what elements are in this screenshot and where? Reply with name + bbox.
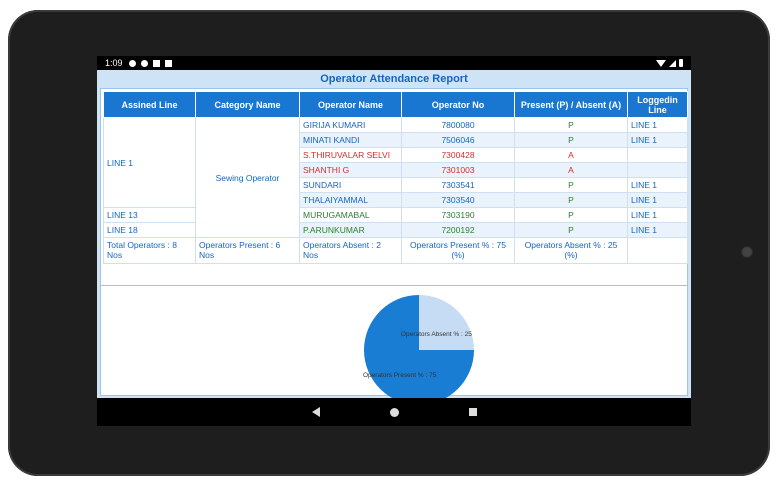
operator-name-cell: S.THIRUVALAR SELVI — [299, 147, 402, 163]
clipboard-icon — [164, 59, 172, 67]
attendance-status-cell: P — [514, 192, 628, 208]
header-operator-name: Operator Name — [299, 91, 402, 118]
operator-name-cell: SUNDARI — [299, 177, 402, 193]
loggedin-line-cell: LINE 1 — [627, 207, 688, 223]
operator-no-cell: 7303541 — [401, 177, 515, 193]
wifi-icon — [656, 59, 666, 67]
status-time: 1:09 — [105, 58, 123, 68]
loggedin-line-cell: LINE 1 — [627, 222, 688, 238]
table-header-row: Assined Line Category Name Operator Name… — [103, 91, 688, 118]
camera-dot — [741, 246, 753, 258]
assigned-line-cell: LINE 18 — [103, 222, 196, 238]
category-cell: Sewing Operator — [195, 117, 300, 238]
attendance-status-cell: A — [514, 147, 628, 163]
header-loggedin-line: Loggedin Line — [627, 91, 688, 118]
table-row: LINE 1 Sewing Operator GIRIJA KUMARI 780008… — [103, 117, 688, 238]
attendance-status-cell: P — [514, 207, 628, 223]
totals-row: Total Operators : 8 Nos Operators Present… — [103, 237, 688, 264]
operator-no-cell: 7200192 — [401, 222, 515, 238]
report-content: Operator Attendance Report Assined Line … — [97, 70, 691, 405]
operator-name-cell: SHANTHI G — [299, 162, 402, 178]
loggedin-line-cell: LINE 1 — [627, 177, 688, 193]
report-panel: Assined Line Category Name Operator Name… — [100, 88, 688, 405]
operator-no-cell: 7300428 — [401, 147, 515, 163]
attendance-pie-chart: Operators Absent % : 25 Operators Presen… — [363, 294, 475, 406]
operator-no-cell: 7506046 — [401, 132, 515, 148]
operator-name-cell: GIRIJA KUMARI — [299, 117, 402, 133]
notification-icon — [152, 59, 160, 67]
totals-total-cell: Total Operators : 8 Nos — [103, 237, 196, 264]
operator-no-cell: 7303190 — [401, 207, 515, 223]
operator-no-cell: 7301003 — [401, 162, 515, 178]
recents-icon[interactable] — [468, 408, 477, 416]
operator-no-cell: 7303540 — [401, 192, 515, 208]
header-category-name: Category Name — [195, 91, 300, 118]
report-title: Operator Attendance Report — [320, 73, 468, 85]
section-divider — [101, 285, 687, 286]
totals-present-cell: Operators Present : 6 Nos — [195, 237, 300, 264]
loggedin-line-cell — [627, 162, 688, 178]
attendance-table: Assined Line Category Name Operator Name… — [103, 91, 688, 264]
operator-no-cell: 7800080 — [401, 117, 515, 133]
table-row: LINE 18 P.ARUNKUMAR 7200192 P LINE 1 — [103, 222, 688, 238]
status-bar: 1:09 — [97, 56, 691, 70]
shield-icon — [140, 59, 148, 67]
battery-icon — [679, 59, 683, 67]
signal-icon — [669, 59, 676, 67]
device-screen: 1:09 Operator Attendance Report Assined … — [97, 56, 691, 426]
attendance-status-cell: A — [514, 162, 628, 178]
loggedin-line-cell: LINE 1 — [627, 132, 688, 148]
attendance-status-cell: P — [514, 222, 628, 238]
home-icon[interactable] — [389, 407, 399, 417]
totals-present-pct-cell: Operators Present % : 75 (%) — [401, 237, 515, 264]
pie-label-absent: Operators Absent % : 25 — [401, 331, 472, 338]
loggedin-line-cell: LINE 1 — [627, 117, 688, 133]
loggedin-line-cell: LINE 1 — [627, 192, 688, 208]
pie-svg — [364, 295, 474, 405]
operator-name-cell: MURUGAMABAL — [299, 207, 402, 223]
operator-name-cell: THALAIYAMMAL — [299, 192, 402, 208]
header-assigned-line: Assined Line — [103, 91, 196, 118]
assigned-line-cell: LINE 1 — [103, 117, 196, 208]
assigned-line-cell: LINE 13 — [103, 207, 196, 223]
pie-label-present: Operators Present % : 75 — [363, 372, 437, 379]
settings-icon — [128, 59, 136, 67]
header-present-absent: Present (P) / Absent (A) — [514, 91, 628, 118]
attendance-status-cell: P — [514, 117, 628, 133]
header-operator-no: Operator No — [401, 91, 515, 118]
loggedin-line-cell — [627, 147, 688, 163]
operator-name-cell: P.ARUNKUMAR — [299, 222, 402, 238]
back-icon[interactable] — [311, 407, 320, 417]
attendance-status-cell: P — [514, 177, 628, 193]
attendance-status-cell: P — [514, 132, 628, 148]
totals-absent-cell: Operators Absent : 2 Nos — [299, 237, 402, 264]
android-nav-bar — [97, 398, 691, 426]
table-row: LINE 13 MURUGAMABAL 7303190 P LINE 1 — [103, 207, 688, 223]
totals-empty-cell — [627, 237, 688, 264]
totals-absent-pct-cell: Operators Absent % : 25 (%) — [514, 237, 628, 264]
operator-name-cell: MINATI KANDI — [299, 132, 402, 148]
pie-slice-0 — [419, 295, 474, 350]
